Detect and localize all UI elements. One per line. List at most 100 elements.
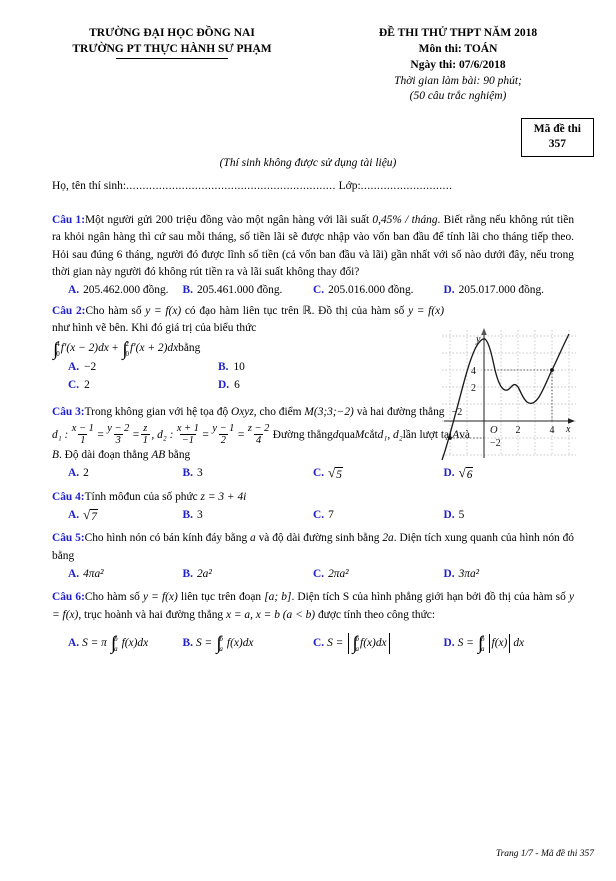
integral-upper-limit: b (481, 635, 485, 644)
integral-1: ∫ 4 0 (53, 340, 60, 359)
fraction: x − 11 (70, 423, 96, 446)
option-value: 205.016.000 đồng. (328, 284, 414, 297)
integral-lower-limit: a (355, 645, 360, 654)
question-3-option-b[interactable]: B. 3 (183, 465, 314, 482)
exam-question-count: (50 câu trắc nghiệm) (409, 90, 507, 103)
question-3-seg: AB (151, 449, 166, 462)
exam-code-box: Mã đề thi 357 (520, 118, 594, 157)
integral-limits: ba (218, 636, 223, 653)
integral-upper-limit: b (355, 635, 360, 644)
radicand: 7 (90, 508, 98, 523)
question-3-text-i: . Độ dài đoạn thẳng (58, 449, 152, 462)
question-3-lines: d₁, d₂ (377, 428, 403, 441)
integral-lower-limit: a (481, 645, 485, 654)
question-2-text-c: . Đồ thị của hàm số (311, 304, 409, 317)
integral-lower-limit: 0 (125, 350, 130, 359)
question-2-option-a[interactable]: A. −2 (68, 359, 218, 376)
question-2-text-b: có đạo hàm liên tục trên (181, 304, 303, 317)
question-6-fn: y = f(x) (142, 591, 178, 604)
exam-duration: Thời gian làm bài: 90 phút; (394, 74, 522, 87)
option-key: D. (443, 509, 455, 522)
question-2-option-b[interactable]: B. 10 (218, 359, 368, 376)
radicand: 6 (465, 467, 474, 482)
equals-sign: = (132, 428, 140, 441)
y-tick-2: 2 (471, 383, 476, 394)
question-4-options: A. √ 7 B. 3 C. 7 D. 5 (52, 507, 574, 524)
fraction-numerator: x + 1 (176, 423, 199, 435)
question-6-option-c[interactable]: C. S = ∫ b a f(x)dx (313, 633, 444, 655)
question-5-option-b[interactable]: B. 2a² (183, 566, 314, 583)
integral-lower-limit: 0 (56, 350, 60, 359)
school-block: TRƯỜNG ĐẠI HỌC ĐỒNG NAI TRƯỜNG PT THỰC H… (22, 26, 322, 105)
origin-label: O (490, 425, 498, 436)
question-2-option-c[interactable]: C. 2 (68, 377, 218, 394)
y-axis-arrow (481, 328, 487, 335)
exam-subject: Môn thi: TOÁN (418, 42, 498, 55)
radical-sign: √ (458, 464, 466, 480)
question-2-option-d[interactable]: D. 6 (218, 377, 368, 394)
integral-upper-limit: b (219, 635, 223, 644)
y-tick-4: 4 (471, 366, 476, 377)
question-4-expr: z = 3 + 4i (200, 490, 247, 503)
question-4-text-a: Tính môđun của số phức (84, 490, 201, 503)
question-5-option-c[interactable]: C. 2πa² (313, 566, 444, 583)
question-1-option-a[interactable]: A. 205.462.000 đồng. (52, 282, 183, 299)
integral-upper-limit: b (114, 635, 118, 644)
option-prefix: S = π (82, 636, 107, 649)
question-6-text-e: được tính theo công thức: (315, 608, 436, 621)
option-body: f(x)dx (360, 636, 387, 649)
option-key: C. (313, 636, 325, 649)
question-3-pt-b: B (52, 449, 59, 462)
fraction-numerator: z − 2 (247, 423, 270, 435)
integral-lower-limit: a (219, 645, 223, 654)
question-4-option-c[interactable]: C. 7 (313, 507, 444, 524)
question-5-option-a[interactable]: A. 4πa² (52, 566, 183, 583)
grid-lines (442, 330, 576, 456)
question-3-option-c[interactable]: C. √ 5 (313, 465, 444, 482)
option-body: f(x)dx (226, 636, 254, 649)
option-value: −2 (84, 360, 97, 373)
y-tick-neg2: −2 (490, 438, 501, 449)
question-4-option-b[interactable]: B. 3 (183, 507, 314, 524)
radical-sign: √ (328, 464, 336, 480)
question-6-text-c: . Diện tích S của hình phẳng giới hạn bở… (291, 591, 569, 604)
option-key: A. (68, 467, 80, 480)
question-4-option-a[interactable]: A. √ 7 (52, 507, 183, 524)
question-1-option-d[interactable]: D. 205.017.000 đồng. (444, 282, 575, 299)
y-axis-label: y (475, 334, 481, 345)
question-6-lines: x = a, x = b (a < b) (225, 608, 316, 621)
question-1-option-c[interactable]: C. 205.016.000 đồng. (313, 282, 444, 299)
integral-symbol-group: ∫ b a (478, 634, 485, 654)
question-4-option-d[interactable]: D. 5 (444, 507, 575, 524)
option-prefix: S = (327, 636, 344, 649)
fraction-numerator: y − 1 (212, 423, 235, 435)
question-1-option-b[interactable]: B. 205.461.000 đồng. (183, 282, 314, 299)
question-3-coord: Oxyz (231, 406, 254, 419)
question-6-option-d[interactable]: D. S = ∫ b a f(x) dx (444, 633, 575, 654)
sqrt-expression: √ 5 (328, 466, 343, 482)
question-5-option-d[interactable]: D. 3πa² (444, 566, 575, 583)
question-6-option-a[interactable]: A. S = π ∫ b a f(x)dx (52, 633, 183, 654)
fraction: y − 12 (210, 423, 236, 446)
integral-upper-limit: 4 (56, 340, 60, 349)
student-name-label: Họ, tên thí sinh: (52, 180, 127, 192)
marked-point-4-4 (550, 368, 554, 372)
fraction-denominator: 3 (113, 434, 123, 447)
option-value: 3πa² (458, 568, 480, 581)
question-3-pt-m: M (354, 428, 365, 441)
option-key: B. (182, 568, 193, 581)
question-5-options: A. 4πa² B. 2a² C. 2πa² D. 3πa² (52, 566, 574, 583)
equals-sign: = (97, 428, 104, 441)
question-3-text-f: cắt (364, 428, 378, 441)
question-3-option-a[interactable]: A. 2 (52, 465, 183, 482)
radicand: 5 (335, 467, 343, 482)
fraction-numerator: y − 2 (107, 423, 130, 435)
question-3-option-d[interactable]: D. √ 6 (444, 465, 575, 482)
student-class-dots: ............................ (360, 180, 453, 192)
question-3-options: A. 2 B. 3 C. √ 5 D. √ 6 (52, 465, 574, 482)
fraction-denominator: 2 (218, 434, 228, 447)
question-1-text-a: Một người gửi (85, 214, 156, 226)
student-info-line: Họ, tên thí sinh:.......................… (52, 180, 452, 192)
question-6-option-b[interactable]: B. S = ∫ b a f(x)dx (183, 633, 314, 654)
question-1-amount: 200 (155, 214, 173, 226)
